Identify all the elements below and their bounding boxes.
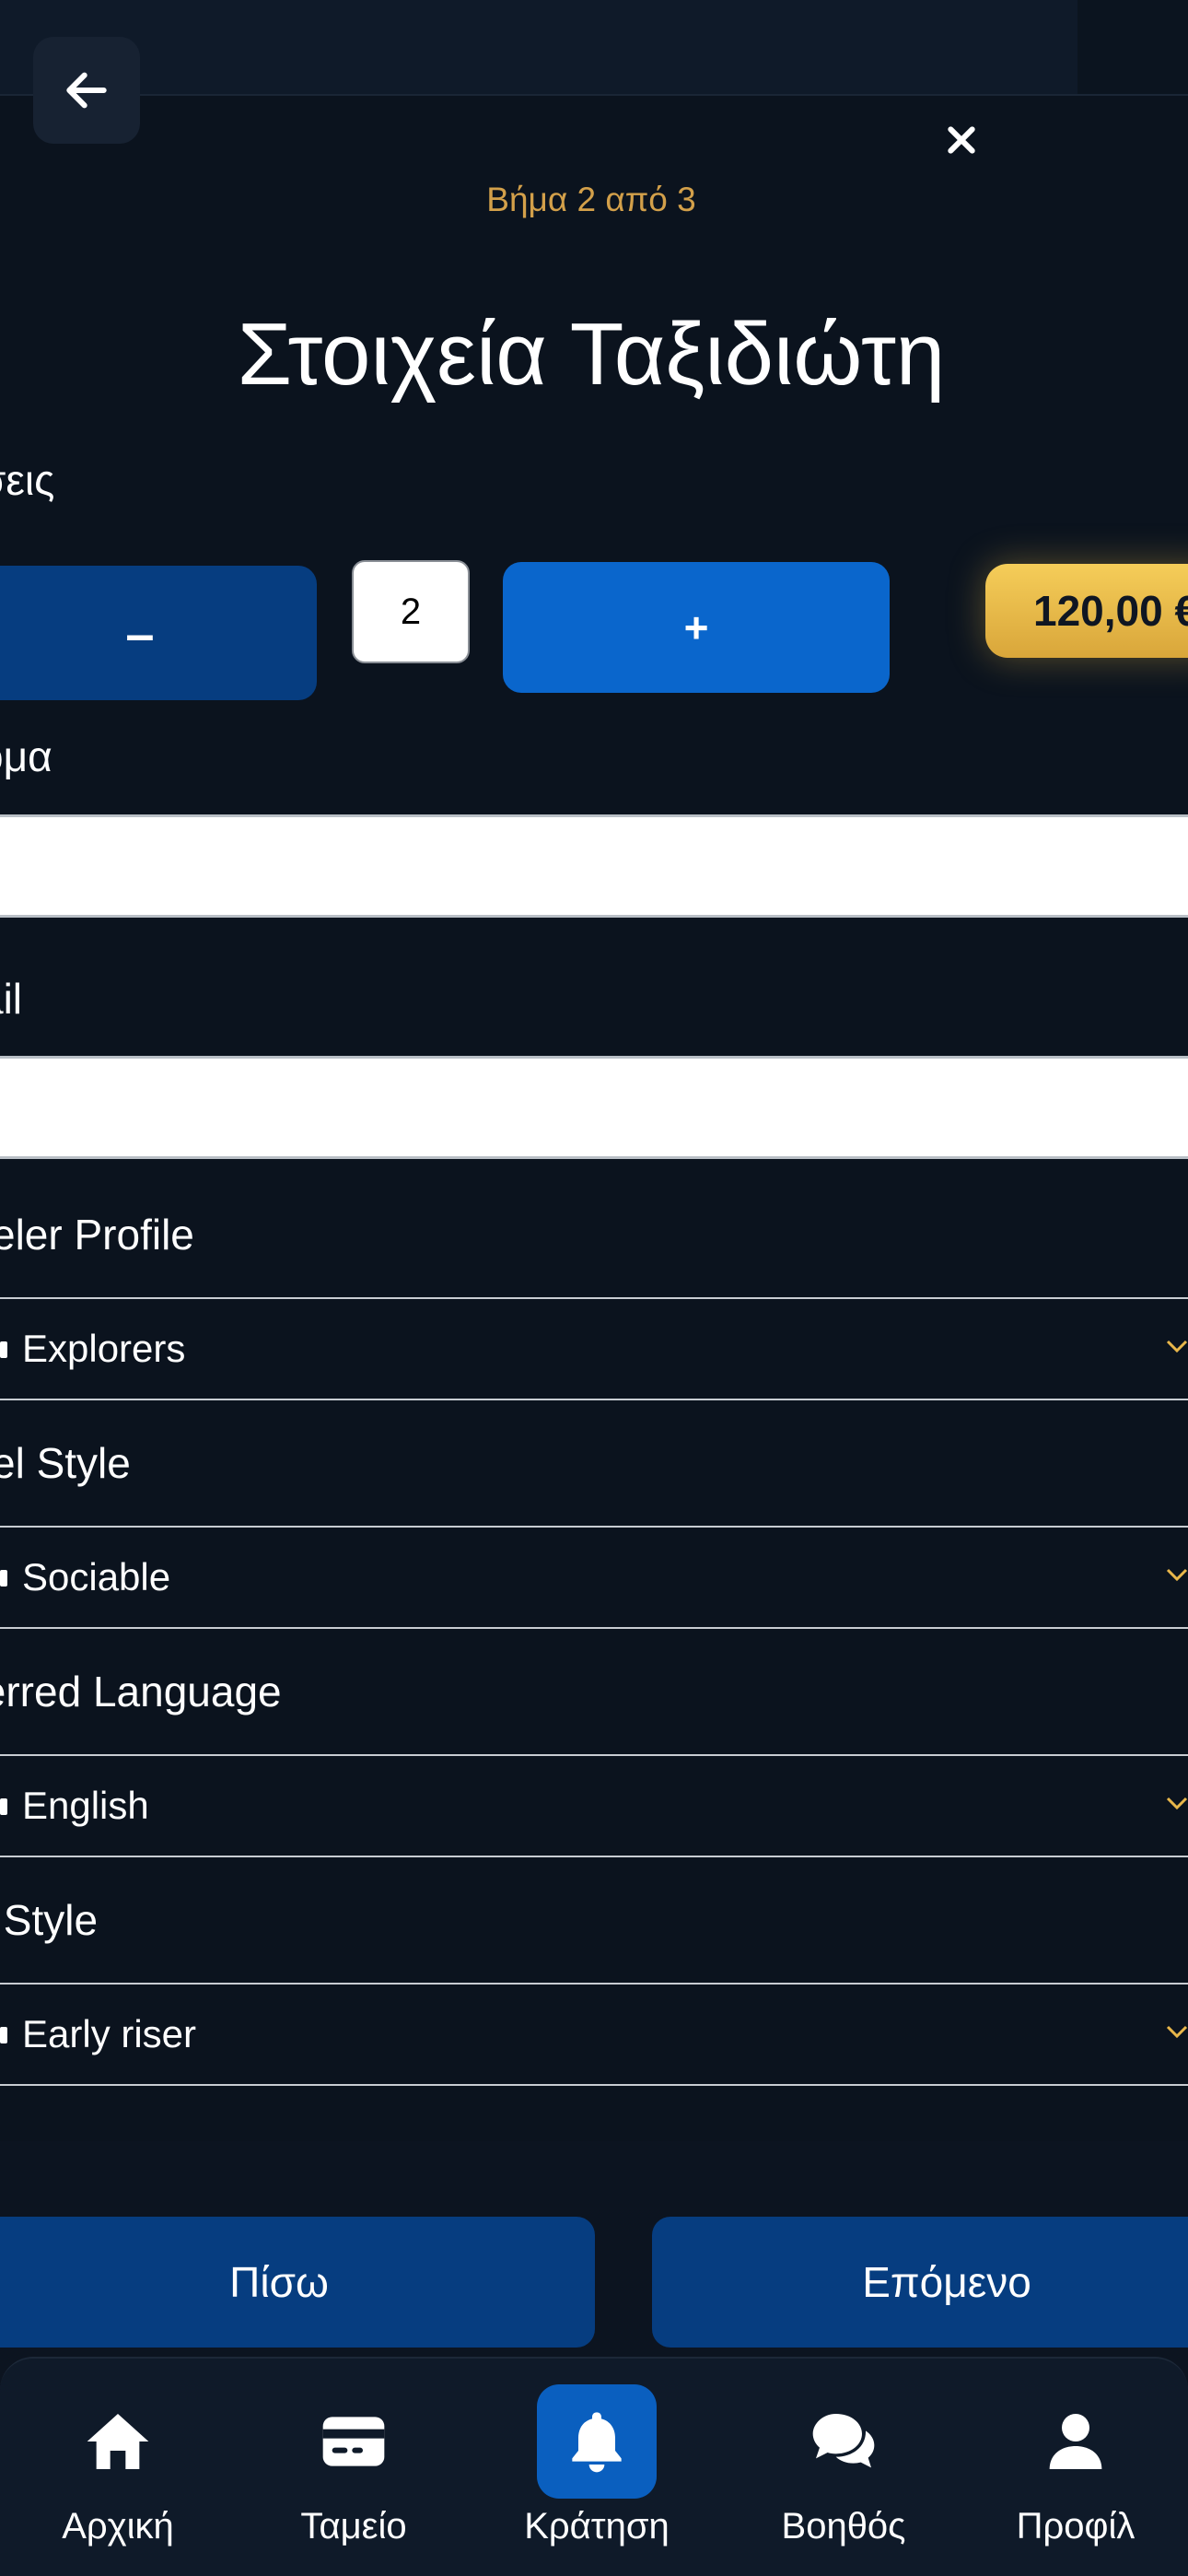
credit-card-icon-wrap bbox=[294, 2384, 413, 2499]
preferred-language-label-row: ferred Language bbox=[0, 1629, 1188, 1756]
nav-item-assistant[interactable]: Βοηθός bbox=[742, 2359, 945, 2576]
booking-screen: Βήμα 2 από 3 Στοιχεία Ταξιδιώτη σεις – 2… bbox=[0, 0, 1188, 2576]
traveler-profile-label: veler Profile bbox=[0, 1211, 194, 1259]
chevron-down-icon bbox=[1166, 2025, 1188, 2039]
name-label: ομα bbox=[0, 732, 52, 780]
chat-bubbles-icon-wrap bbox=[784, 2384, 903, 2499]
credit-card-icon bbox=[322, 2417, 385, 2466]
nav-item-booking[interactable]: Κράτηση bbox=[495, 2359, 698, 2576]
home-icon bbox=[87, 2414, 149, 2469]
back-button[interactable] bbox=[33, 37, 140, 144]
increase-passengers-button[interactable]: + bbox=[503, 562, 890, 693]
traveler-profile-label-row: veler Profile bbox=[0, 1172, 1188, 1299]
close-icon bbox=[948, 126, 975, 154]
travel-style-label-row: vel Style bbox=[0, 1400, 1188, 1528]
passenger-count-field[interactable]: 2 bbox=[352, 560, 470, 663]
user-icon-wrap bbox=[1016, 2384, 1136, 2499]
preferred-language-label: ferred Language bbox=[0, 1668, 282, 1715]
travel-style-label: vel Style bbox=[0, 1439, 131, 1487]
previous-step-button[interactable]: Πίσω bbox=[0, 2217, 595, 2348]
arrow-left-icon bbox=[66, 72, 107, 109]
email-input[interactable] bbox=[0, 1056, 1188, 1159]
nav-label-profile: Προφίλ bbox=[1016, 2506, 1136, 2547]
user-icon bbox=[1049, 2414, 1102, 2469]
traveler-profile-select[interactable]: Explorers bbox=[0, 1299, 1188, 1400]
chevron-down-icon bbox=[1166, 1797, 1188, 1810]
step-indicator: Βήμα 2 από 3 bbox=[486, 181, 696, 218]
daily-style-select[interactable]: Early riser bbox=[0, 1985, 1188, 2086]
modal-divider bbox=[0, 2141, 1188, 2160]
close-button[interactable] bbox=[939, 118, 984, 162]
bell-icon-wrap bbox=[537, 2384, 657, 2499]
preferred-language-select[interactable]: English bbox=[0, 1756, 1188, 1857]
travel-style-select[interactable]: Sociable bbox=[0, 1528, 1188, 1629]
chevron-down-icon bbox=[1166, 1340, 1188, 1353]
nav-label-checkout: Ταμείο bbox=[300, 2506, 407, 2547]
nav-label-booking: Κράτηση bbox=[524, 2506, 670, 2547]
nav-item-checkout[interactable]: Ταμείο bbox=[252, 2359, 455, 2576]
decrease-passengers-button[interactable]: – bbox=[0, 566, 317, 700]
nav-label-home: Αρχική bbox=[62, 2506, 174, 2547]
daily-style-label: y Style bbox=[0, 1896, 99, 1944]
select-edge-marker bbox=[0, 2027, 7, 2043]
top-bar-right-panel bbox=[1077, 0, 1188, 94]
select-edge-marker bbox=[0, 1341, 7, 1358]
next-step-button[interactable]: Επόμενο bbox=[652, 2217, 1188, 2348]
chat-bubbles-icon bbox=[812, 2414, 875, 2468]
traveler-profile-value: Explorers bbox=[22, 1327, 186, 1370]
bottom-navigation: Αρχική Ταμείο Κράτηση Βοηθός Προφίλ bbox=[0, 2357, 1188, 2576]
nav-label-assistant: Βοηθός bbox=[781, 2506, 906, 2547]
daily-style-label-row: y Style bbox=[0, 1857, 1188, 1985]
nav-item-profile[interactable]: Προφίλ bbox=[974, 2359, 1177, 2576]
select-edge-marker bbox=[0, 1798, 7, 1815]
home-icon-wrap bbox=[58, 2384, 178, 2499]
modal-title: Στοιχεία Ταξιδιώτη bbox=[237, 305, 946, 404]
top-app-bar bbox=[0, 0, 1188, 96]
nav-item-home[interactable]: Αρχική bbox=[17, 2359, 219, 2576]
chevron-down-icon bbox=[1166, 1568, 1188, 1582]
preferred-language-value: English bbox=[22, 1784, 149, 1827]
travel-style-value: Sociable bbox=[22, 1555, 171, 1598]
name-input[interactable] bbox=[0, 814, 1188, 918]
daily-style-value: Early riser bbox=[22, 2012, 197, 2055]
total-price-badge: 120,00 € bbox=[985, 564, 1188, 658]
email-label: ail bbox=[0, 975, 23, 1023]
passengers-label: σεις bbox=[0, 456, 55, 504]
select-edge-marker bbox=[0, 1570, 7, 1587]
bell-icon bbox=[572, 2412, 622, 2473]
